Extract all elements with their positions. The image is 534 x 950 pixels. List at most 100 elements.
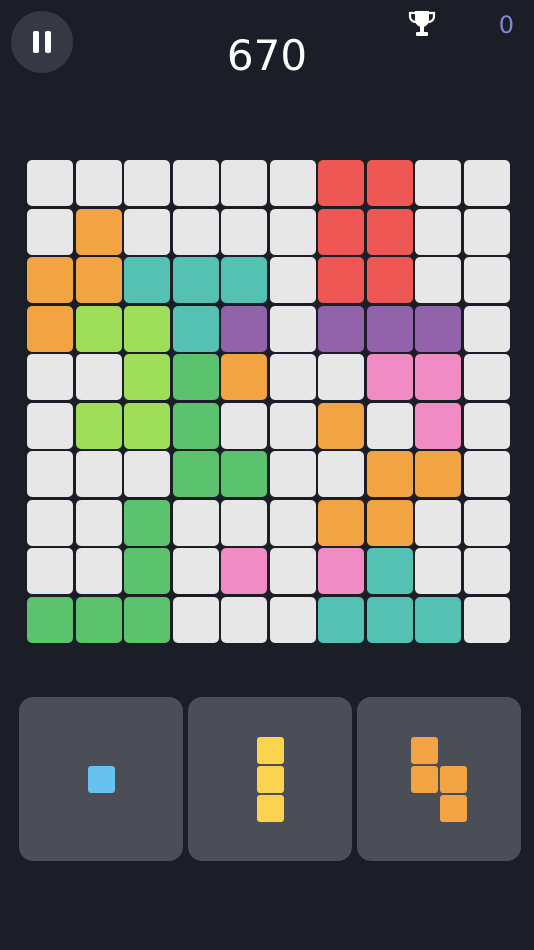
board-cell-purple[interactable] [318, 305, 364, 352]
board-cell-green[interactable] [124, 499, 170, 546]
board-cell-empty[interactable] [221, 208, 267, 255]
board-cell-empty[interactable] [75, 160, 122, 206]
board-cell-green[interactable] [221, 451, 267, 497]
board-cell-empty[interactable] [172, 596, 219, 643]
board-cell-empty[interactable] [172, 208, 219, 255]
board-cell-empty[interactable] [415, 499, 461, 546]
board-cell-purple[interactable] [221, 305, 267, 352]
board-cell-lime[interactable] [124, 305, 170, 352]
board-cell-green[interactable] [172, 451, 219, 497]
board-cell-pink[interactable] [415, 402, 461, 449]
board-cell-teal[interactable] [366, 596, 413, 643]
board-cell-teal[interactable] [172, 257, 219, 303]
board-cell-empty[interactable] [221, 402, 267, 449]
board-cell-empty[interactable] [221, 499, 267, 546]
board-cell-orange[interactable] [415, 451, 461, 497]
board-cell-empty[interactable] [75, 451, 122, 497]
board-cell-empty[interactable] [463, 548, 510, 594]
board-cell-empty[interactable] [269, 451, 316, 497]
piece-block-orange[interactable] [411, 765, 438, 793]
board-cell-lime[interactable] [124, 354, 170, 400]
board-cell-empty[interactable] [27, 451, 73, 497]
board-cell-empty[interactable] [27, 208, 73, 255]
board-cell-empty[interactable] [75, 548, 122, 594]
board-cell-orange[interactable] [318, 402, 364, 449]
board-cell-red[interactable] [366, 208, 413, 255]
board-cell-empty[interactable] [415, 257, 461, 303]
board-cell-orange[interactable] [75, 208, 122, 255]
board-cell-empty[interactable] [463, 596, 510, 643]
board-cell-pink[interactable] [318, 548, 364, 594]
board-cell-empty[interactable] [269, 548, 316, 594]
board-cell-pink[interactable] [415, 354, 461, 400]
board-cell-lime[interactable] [124, 402, 170, 449]
board-cell-lime[interactable] [75, 402, 122, 449]
board-cell-orange[interactable] [221, 354, 267, 400]
board-cell-empty[interactable] [269, 596, 316, 643]
board-cell-empty[interactable] [463, 354, 510, 400]
board-cell-empty[interactable] [124, 451, 170, 497]
board-cell-green[interactable] [124, 548, 170, 594]
board-cell-empty[interactable] [463, 402, 510, 449]
board-cell-orange[interactable] [366, 451, 413, 497]
board-cell-empty[interactable] [27, 499, 73, 546]
board-cell-teal[interactable] [415, 596, 461, 643]
board-cell-empty[interactable] [463, 305, 510, 352]
piece-tray-3[interactable] [357, 697, 521, 861]
board-cell-empty[interactable] [269, 257, 316, 303]
board-cell-empty[interactable] [172, 548, 219, 594]
board-cell-red[interactable] [366, 257, 413, 303]
board-cell-purple[interactable] [366, 305, 413, 352]
board-cell-teal[interactable] [221, 257, 267, 303]
board-cell-green[interactable] [172, 402, 219, 449]
board-cell-red[interactable] [318, 160, 364, 206]
board-cell-empty[interactable] [269, 305, 316, 352]
board-cell-empty[interactable] [221, 596, 267, 643]
board-cell-empty[interactable] [463, 208, 510, 255]
board-cell-empty[interactable] [463, 257, 510, 303]
board-cell-empty[interactable] [269, 160, 316, 206]
board-cell-empty[interactable] [27, 354, 73, 400]
board-cell-empty[interactable] [415, 548, 461, 594]
board-cell-empty[interactable] [269, 499, 316, 546]
board-cell-red[interactable] [366, 160, 413, 206]
board-cell-empty[interactable] [318, 451, 364, 497]
board-cell-orange[interactable] [27, 257, 73, 303]
board-cell-orange[interactable] [27, 305, 73, 352]
game-board[interactable] [27, 160, 512, 647]
board-cell-purple[interactable] [415, 305, 461, 352]
board-cell-empty[interactable] [415, 160, 461, 206]
piece-tray-2[interactable] [188, 697, 352, 861]
board-cell-empty[interactable] [27, 402, 73, 449]
piece-block-orange[interactable] [411, 736, 438, 764]
board-cell-empty[interactable] [269, 208, 316, 255]
board-cell-empty[interactable] [124, 160, 170, 206]
piece-block-yellow[interactable] [256, 765, 284, 793]
piece-block-yellow[interactable] [256, 736, 284, 764]
board-cell-empty[interactable] [463, 160, 510, 206]
board-cell-empty[interactable] [172, 160, 219, 206]
piece-block-yellow[interactable] [256, 794, 284, 822]
board-cell-green[interactable] [27, 596, 73, 643]
board-cell-orange[interactable] [75, 257, 122, 303]
board-cell-green[interactable] [124, 596, 170, 643]
board-cell-empty[interactable] [75, 499, 122, 546]
board-cell-empty[interactable] [366, 402, 413, 449]
board-cell-empty[interactable] [27, 548, 73, 594]
board-cell-empty[interactable] [221, 160, 267, 206]
board-cell-empty[interactable] [463, 499, 510, 546]
board-cell-empty[interactable] [269, 354, 316, 400]
piece-tray-1[interactable] [19, 697, 183, 861]
board-cell-red[interactable] [318, 257, 364, 303]
board-cell-empty[interactable] [75, 354, 122, 400]
board-cell-empty[interactable] [172, 499, 219, 546]
piece-block-orange[interactable] [440, 765, 467, 793]
board-cell-teal[interactable] [366, 548, 413, 594]
board-cell-lime[interactable] [75, 305, 122, 352]
board-cell-empty[interactable] [318, 354, 364, 400]
board-cell-green[interactable] [172, 354, 219, 400]
piece-block-blue[interactable] [87, 765, 115, 793]
board-cell-teal[interactable] [172, 305, 219, 352]
board-cell-empty[interactable] [463, 451, 510, 497]
board-cell-empty[interactable] [269, 402, 316, 449]
